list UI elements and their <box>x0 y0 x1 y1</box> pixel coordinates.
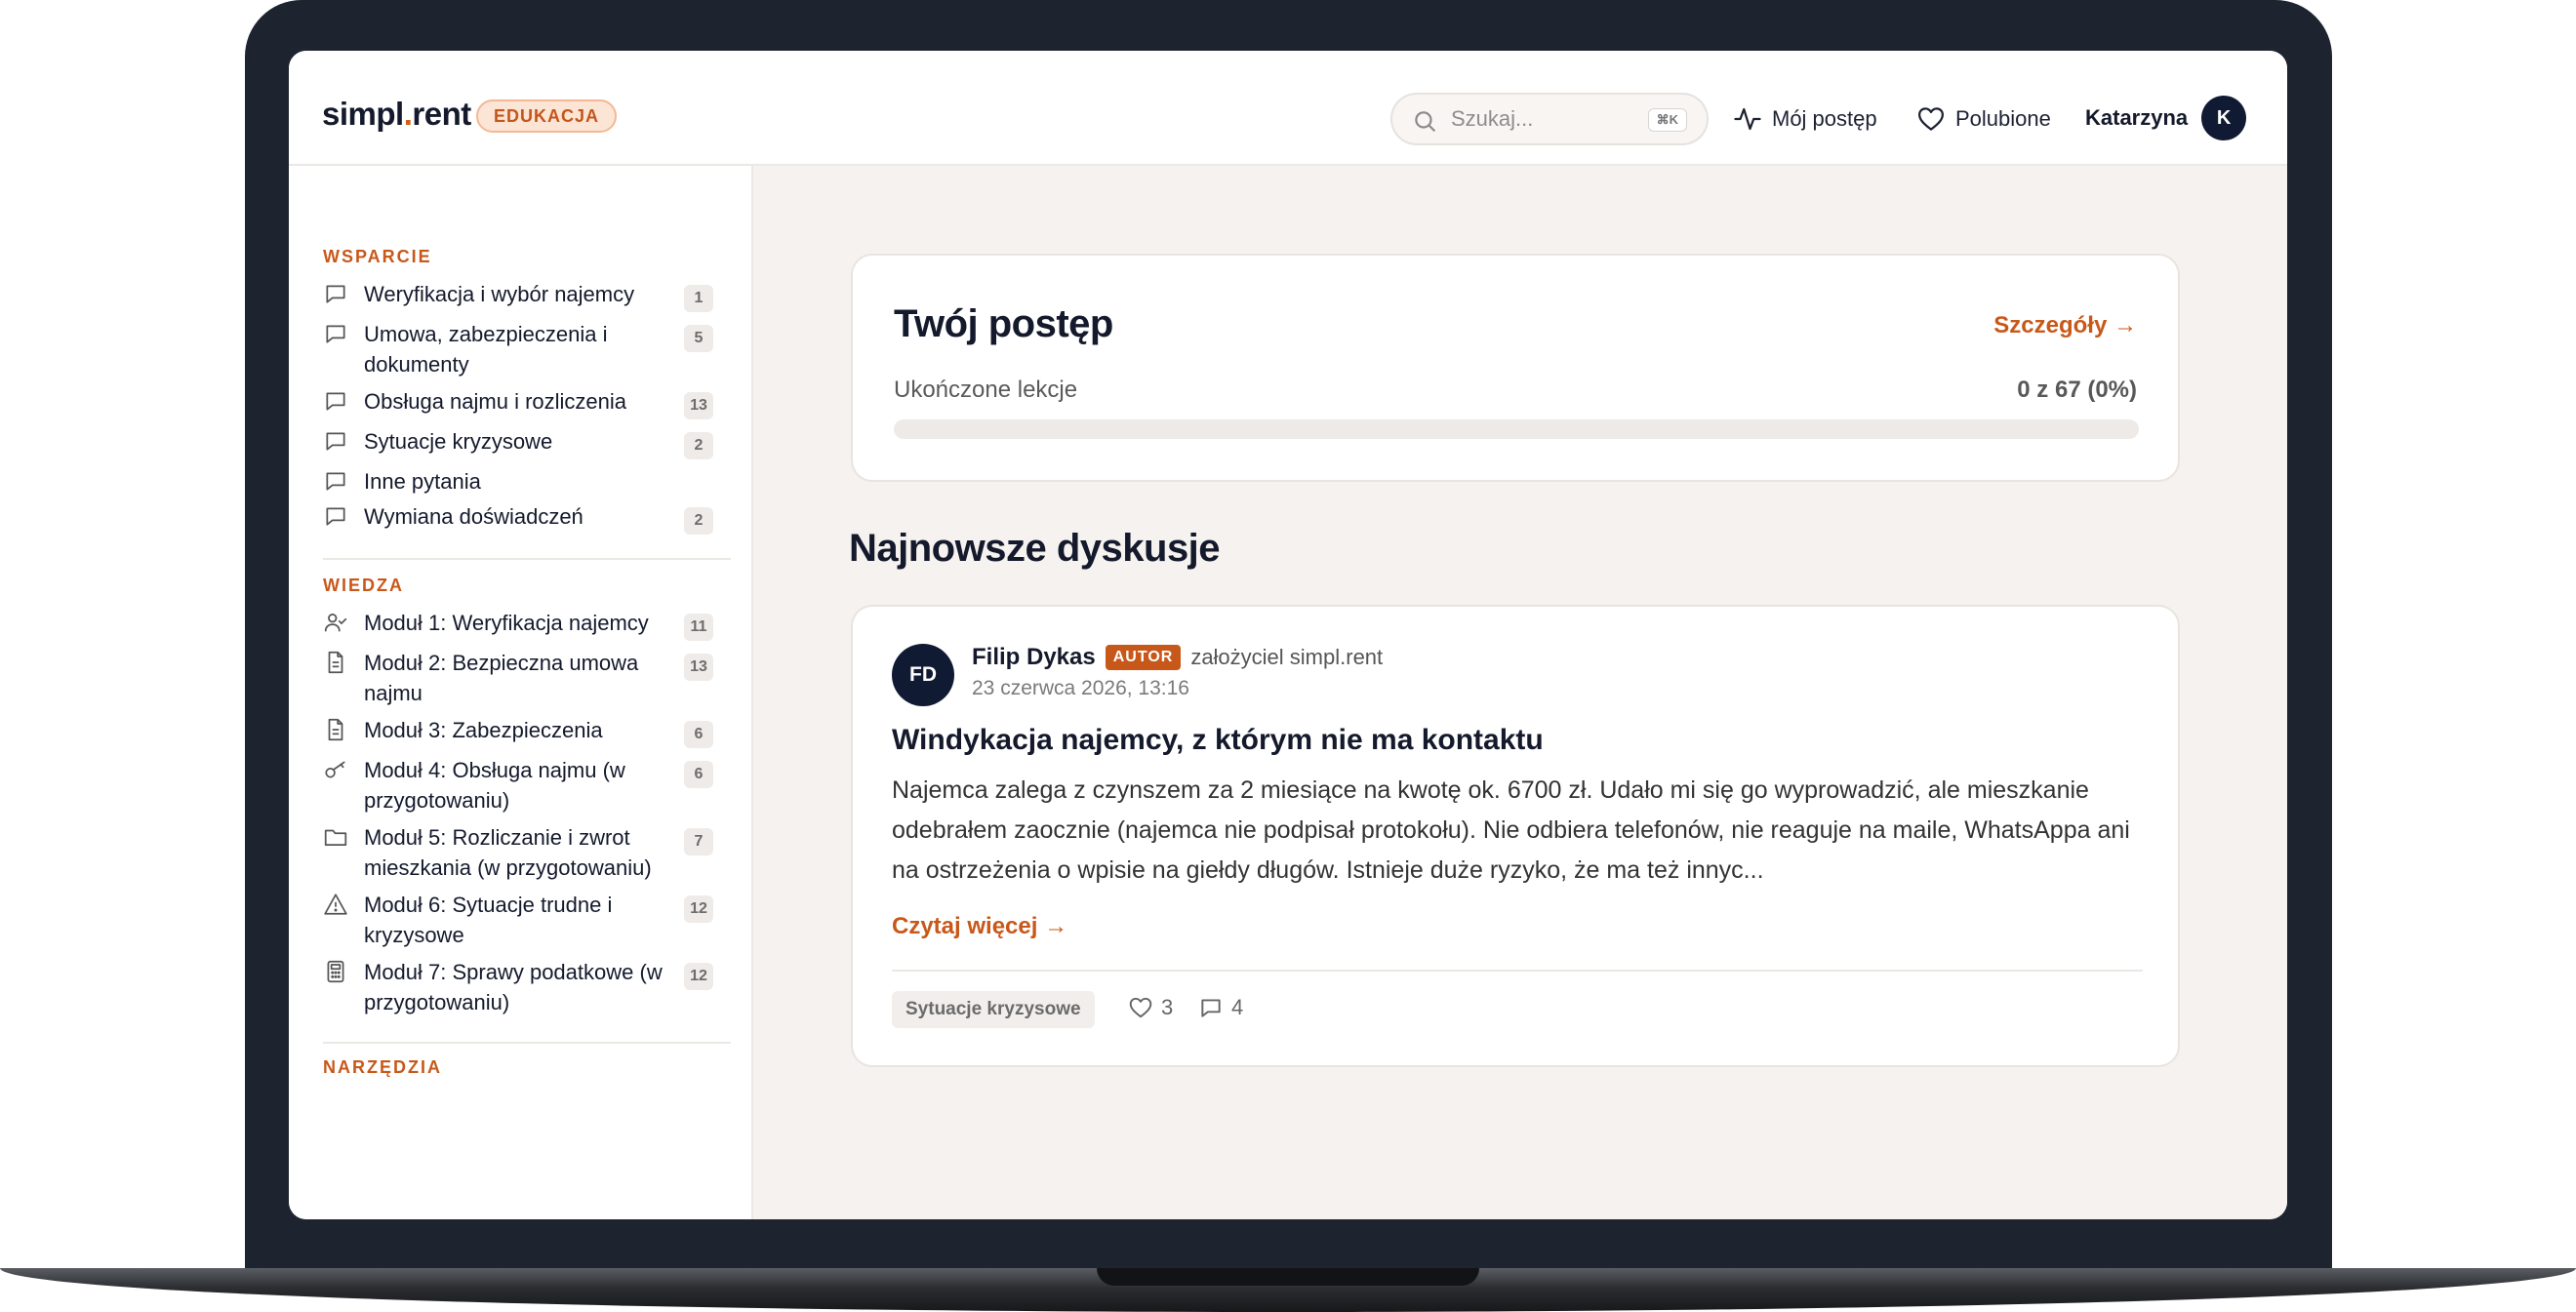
education-badge: EDUKACJA <box>476 99 618 133</box>
sidebar-divider <box>323 558 731 560</box>
main-content: Twój postęp Szczegóły → Ukończone lekcje… <box>753 166 2287 1219</box>
nav-my-progress-label: Mój postęp <box>1772 106 1877 131</box>
activity-icon <box>1734 107 1761 131</box>
count-badge: 12 <box>684 895 713 923</box>
search-shortcut-badge: ⌘K <box>1647 108 1687 132</box>
card-divider <box>892 970 2143 972</box>
count-badge: 12 <box>684 963 713 990</box>
count-badge: 6 <box>684 761 713 788</box>
calculator-icon <box>327 960 344 983</box>
chat-bubble-icon <box>326 392 345 411</box>
count-badge: 13 <box>684 392 713 419</box>
progress-card: Twój postęp Szczegóły → Ukończone lekcje… <box>851 254 2180 482</box>
count-badge: 6 <box>684 721 713 748</box>
latest-discussions-heading: Najnowsze dyskusje <box>849 527 1221 570</box>
sidebar-section-support: WSPARCIE <box>323 247 432 266</box>
user-menu[interactable]: Katarzyna K <box>2085 96 2247 140</box>
author-row: Filip Dykas AUTOR założyciel simpl.rent <box>972 644 1383 671</box>
count-badge: 5 <box>684 325 713 352</box>
sidebar-item-label: Sytuacje kryzysowe <box>364 429 553 454</box>
count-badge: 11 <box>684 614 713 641</box>
progress-details-link[interactable]: Szczegóły → <box>1993 312 2137 339</box>
sidebar-item-label: Weryfikacja i wybór najemcy <box>364 282 635 306</box>
post-title[interactable]: Windykacja najemcy, z którym nie ma kont… <box>892 724 1544 757</box>
logo[interactable]: simpl.rent <box>322 96 471 133</box>
completed-lessons-label: Ukończone lekcje <box>894 377 1078 403</box>
sidebar-item-label: Obsługa najmu i rozliczenia <box>364 389 627 414</box>
user-name: Katarzyna <box>2085 105 2189 130</box>
completed-lessons-value: 0 z 67 (0%) <box>2017 377 2137 403</box>
app-screen: simpl.rent EDUKACJA ⌘K Mój postęp Polubi… <box>289 51 2287 1219</box>
chat-bubble-icon <box>326 472 345 491</box>
sidebar-divider <box>323 1042 731 1044</box>
sidebar-item-label: Moduł 1: Weryfikacja najemcy <box>364 611 649 635</box>
read-more-link[interactable]: Czytaj więcej → <box>892 913 1067 940</box>
avatar: FD <box>892 644 954 706</box>
progress-bar-track <box>894 419 2139 439</box>
document-icon <box>328 651 343 674</box>
document-icon <box>328 718 343 741</box>
author-badge: AUTOR <box>1105 645 1182 670</box>
chat-bubble-icon <box>326 325 345 343</box>
post-date: 23 czerwca 2026, 13:16 <box>972 677 1189 699</box>
search-input[interactable] <box>1451 104 1627 134</box>
avatar: K <box>2201 96 2247 140</box>
author-name[interactable]: Filip Dykas <box>972 644 1096 671</box>
sidebar-item-label: Moduł 5: Rozliczanie i zwrot mieszkania … <box>364 825 652 880</box>
folder-icon <box>324 829 347 846</box>
sidebar-item-label: Moduł 2: Bezpieczna umowa najmu <box>364 651 639 705</box>
logo-text-tail: rent <box>412 96 471 132</box>
search-box[interactable]: ⌘K <box>1390 93 1709 145</box>
logo-text: simpl <box>322 96 404 132</box>
heart-icon <box>1129 997 1152 1018</box>
like-count: 3 <box>1161 995 1174 1019</box>
count-badge: 7 <box>684 828 713 855</box>
comment-count: 4 <box>1231 995 1244 1019</box>
discussion-card[interactable]: FD Filip Dykas AUTOR założyciel simpl.re… <box>851 605 2180 1067</box>
comments-button[interactable]: 4 <box>1198 995 1243 1020</box>
sidebar-item-label: Moduł 7: Sprawy podatkowe (w przygotowan… <box>364 960 663 1014</box>
chat-bubble-icon <box>1201 999 1221 1017</box>
count-badge: 2 <box>684 507 713 535</box>
laptop-mockup: simpl.rent EDUKACJA ⌘K Mój postęp Polubi… <box>0 0 2576 1312</box>
sidebar-item-label: Moduł 6: Sytuacje trudne i kryzysowe <box>364 893 613 947</box>
chat-bubble-icon <box>326 285 345 303</box>
laptop-notch <box>1097 1268 1479 1286</box>
sidebar-section-tools: NARZĘDZIA <box>323 1057 442 1077</box>
user-check-icon <box>324 614 347 632</box>
category-tag[interactable]: Sytuacje kryzysowe <box>892 991 1095 1028</box>
count-badge: 13 <box>684 654 713 681</box>
sidebar-item-label: Moduł 3: Zabezpieczenia <box>364 718 603 742</box>
count-badge: 1 <box>684 285 713 312</box>
nav-my-progress[interactable]: Mój postęp <box>1733 99 1877 139</box>
like-button[interactable]: 3 <box>1128 995 1173 1020</box>
post-excerpt: Najemca zalega z czynszem za 2 miesiące … <box>892 776 2130 884</box>
nav-favorites-label: Polubione <box>1955 106 2051 131</box>
search-icon <box>1415 111 1435 132</box>
heart-icon <box>1918 107 1944 131</box>
sidebar: WSPARCIE Weryfikacja i wybór najemcy 1 U… <box>289 166 753 1219</box>
sidebar-item-label: Wymiana doświadczeń <box>364 504 584 529</box>
author-role: założyciel simpl.rent <box>1190 645 1384 669</box>
key-icon <box>325 761 345 778</box>
chat-bubble-icon <box>326 432 345 451</box>
progress-title: Twój postęp <box>894 302 1113 345</box>
nav-favorites[interactable]: Polubione <box>1916 99 2051 139</box>
chat-bubble-icon <box>326 507 345 526</box>
sidebar-section-knowledge: WIEDZA <box>323 576 404 595</box>
top-header: simpl.rent EDUKACJA ⌘K Mój postęp Polubi… <box>289 51 2287 166</box>
sidebar-item-label: Inne pytania <box>364 469 481 494</box>
count-badge: 2 <box>684 432 713 459</box>
sidebar-item-label: Moduł 4: Obsługa najmu (w przygotowaniu) <box>364 758 625 813</box>
sidebar-item-label: Umowa, zabezpieczenia i dokumenty <box>364 322 608 377</box>
warning-icon <box>324 894 347 915</box>
